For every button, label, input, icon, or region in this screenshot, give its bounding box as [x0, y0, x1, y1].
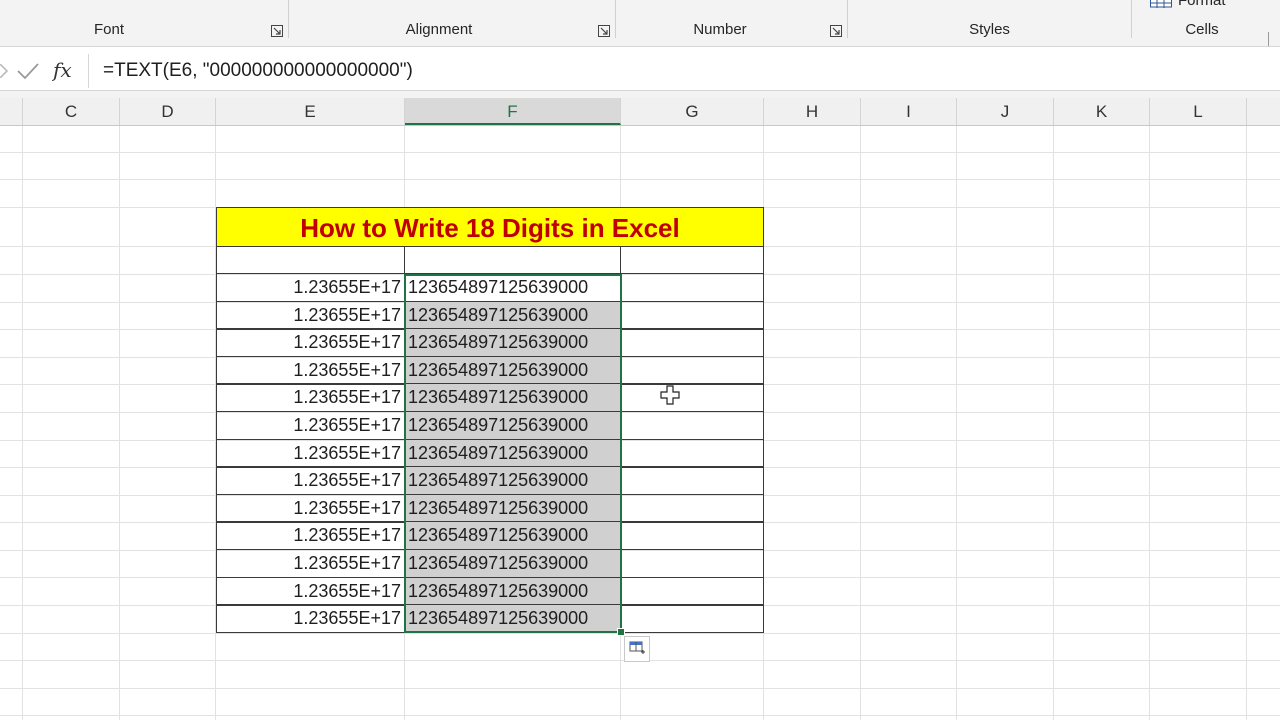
ribbon-group-label: Alignment: [405, 21, 473, 38]
cell-f-value[interactable]: 123654897125639000: [404, 328, 621, 357]
cell-e-value[interactable]: 1.23655E+17: [216, 411, 405, 440]
cell-f-value[interactable]: 123654897125639000: [404, 411, 621, 440]
header-cell-g[interactable]: [620, 246, 764, 274]
cell-e-value[interactable]: 1.23655E+17: [216, 549, 405, 578]
grid-line: [956, 126, 957, 720]
ribbon-collapse-edge: [1268, 32, 1269, 46]
ribbon: Font Alignment Number Styles Cells Forma…: [0, 0, 1280, 47]
cell-f-value[interactable]: 123654897125639000: [404, 549, 621, 578]
grid-line: [1053, 126, 1054, 720]
cell-g-empty[interactable]: [620, 439, 764, 468]
format-cells-icon[interactable]: [1150, 0, 1172, 8]
svg-text:fx: fx: [52, 59, 72, 82]
cell-g-empty[interactable]: [620, 494, 764, 523]
grid-line: [860, 126, 861, 720]
formula-input[interactable]: =TEXT(E6, "000000000000000000"): [88, 54, 1266, 88]
cell-g-empty[interactable]: [620, 328, 764, 357]
enter-check-icon[interactable]: [16, 62, 40, 80]
cell-g-empty[interactable]: [620, 604, 764, 633]
grid-line: [0, 633, 1280, 634]
grid-line: [1149, 126, 1150, 720]
number-dialog-launcher-icon[interactable]: [830, 25, 842, 37]
cell-e-value[interactable]: 1.23655E+17: [216, 494, 405, 523]
alignment-dialog-launcher-icon[interactable]: [598, 25, 610, 37]
cell-e-value[interactable]: 1.23655E+17: [216, 466, 405, 495]
cell-g-empty[interactable]: [620, 549, 764, 578]
cross-cursor-icon: [660, 385, 680, 405]
column-header-j[interactable]: J: [957, 98, 1054, 125]
ribbon-group-alignment: Alignment: [289, 0, 589, 46]
column-header-partial[interactable]: [0, 98, 23, 125]
cell-f-value[interactable]: 123654897125639000: [404, 273, 621, 302]
cell-e-value[interactable]: 1.23655E+17: [216, 439, 405, 468]
cell-f-value[interactable]: 123654897125639000: [404, 521, 621, 550]
ribbon-group-styles: Styles: [848, 0, 1131, 46]
formula-bar: fx =TEXT(E6, "000000000000000000"): [0, 52, 1280, 90]
cell-g-empty[interactable]: [620, 521, 764, 550]
quick-analysis-icon: [629, 641, 645, 654]
cell-e-value[interactable]: 1.23655E+17: [216, 577, 405, 606]
ribbon-group-label: Styles: [969, 21, 1010, 38]
cell-e-value[interactable]: 1.23655E+17: [216, 328, 405, 357]
format-button-label[interactable]: Format: [1178, 0, 1226, 9]
grid-line: [22, 126, 23, 720]
column-headers: C D E F G H I J K L: [0, 98, 1280, 126]
cell-f-value[interactable]: 123654897125639000: [404, 577, 621, 606]
cell-e-value[interactable]: 1.23655E+17: [216, 301, 405, 330]
column-header-l[interactable]: L: [1150, 98, 1247, 125]
cancel-icon[interactable]: [0, 64, 8, 78]
cell-f-value[interactable]: 123654897125639000: [404, 301, 621, 330]
cell-f-value[interactable]: 123654897125639000: [404, 494, 621, 523]
grid-line: [119, 126, 120, 720]
table-title[interactable]: How to Write 18 Digits in Excel: [216, 207, 764, 247]
cell-g-empty[interactable]: [620, 301, 764, 330]
ribbon-group-label: Cells: [1185, 21, 1219, 38]
column-header-h[interactable]: H: [764, 98, 861, 125]
cell-g-empty[interactable]: [620, 577, 764, 606]
cell-f-value[interactable]: 123654897125639000: [404, 439, 621, 468]
column-header-g[interactable]: G: [621, 98, 764, 125]
formula-bar-icons: fx: [0, 52, 88, 90]
cell-g-empty[interactable]: [620, 383, 764, 412]
insert-function-icon[interactable]: fx: [52, 59, 78, 83]
cell-g-empty[interactable]: [620, 273, 764, 302]
column-header-c[interactable]: C: [23, 98, 120, 125]
grid-line: [0, 715, 1280, 716]
cell-f-value[interactable]: 123654897125639000: [404, 466, 621, 495]
grid-line: [0, 688, 1280, 689]
ribbon-group-font: Font: [0, 0, 218, 46]
font-dialog-launcher-icon[interactable]: [271, 25, 283, 37]
header-cell-f[interactable]: [404, 246, 621, 274]
cell-g-empty[interactable]: [620, 466, 764, 495]
grid-line: [0, 152, 1280, 153]
cell-e-value[interactable]: 1.23655E+17: [216, 521, 405, 550]
fill-handle[interactable]: [617, 628, 625, 636]
cell-e-value[interactable]: 1.23655E+17: [216, 383, 405, 412]
cell-f-value[interactable]: 123654897125639000: [404, 604, 621, 633]
cell-e-value[interactable]: 1.23655E+17: [216, 604, 405, 633]
grid-line: [1246, 126, 1247, 720]
column-header-d[interactable]: D: [120, 98, 216, 125]
header-cell-e[interactable]: [216, 246, 405, 274]
column-header-partial-m[interactable]: [1247, 98, 1280, 125]
cell-f-value[interactable]: 123654897125639000: [404, 383, 621, 412]
ribbon-group-label: Font: [93, 21, 124, 38]
cell-e-value[interactable]: 1.23655E+17: [216, 356, 405, 385]
column-header-k[interactable]: K: [1054, 98, 1150, 125]
column-header-f[interactable]: F: [405, 98, 621, 125]
cell-e-value[interactable]: 1.23655E+17: [216, 273, 405, 302]
ribbon-group-number: Number: [616, 0, 824, 46]
cell-f-value[interactable]: 123654897125639000: [404, 356, 621, 385]
quick-analysis-button[interactable]: [624, 636, 650, 662]
ribbon-group-label: Number: [693, 21, 747, 38]
column-header-e[interactable]: E: [216, 98, 405, 125]
cell-g-empty[interactable]: [620, 356, 764, 385]
formula-text: =TEXT(E6, "000000000000000000"): [103, 60, 413, 81]
grid-line: [0, 179, 1280, 180]
column-header-i[interactable]: I: [861, 98, 957, 125]
cell-g-empty[interactable]: [620, 411, 764, 440]
